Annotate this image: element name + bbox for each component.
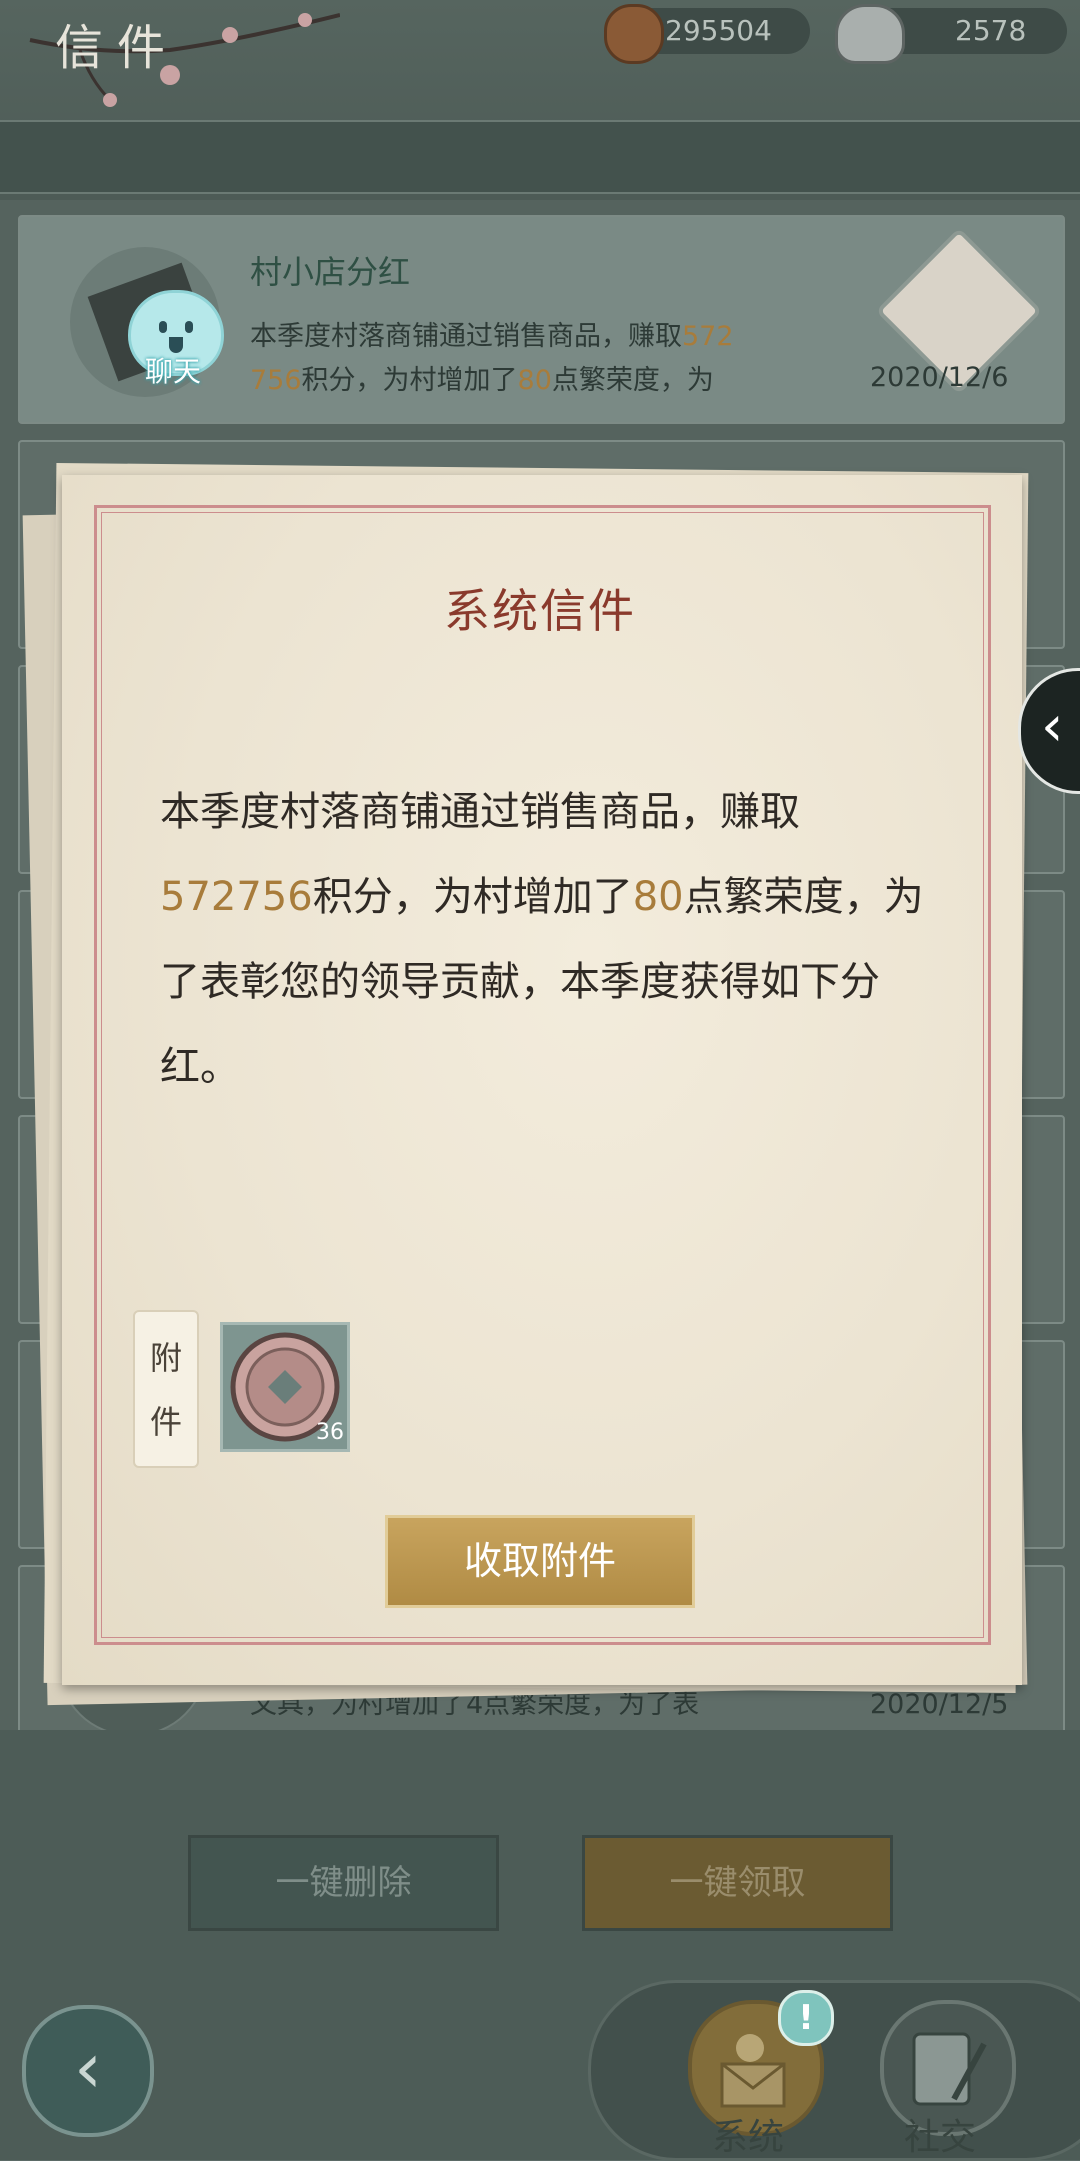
mail-item-date: 2020/12/5 <box>870 1689 1009 1720</box>
notification-badge: ! <box>778 1990 834 2046</box>
mail-item-title: 村小店分红 <box>250 253 411 291</box>
silver-ingot-counter: 2578 <box>835 4 1067 64</box>
letter-title: 系统信件 <box>444 584 636 638</box>
attachment-item-count: 36 <box>316 1420 344 1445</box>
mail-item-preview: 本季度村落商铺通过销售商品，赚取572 756积分，为村增加了80点繁荣度，为 <box>250 321 734 396</box>
page-title: 信件 <box>55 20 180 76</box>
chat-label[interactable]: 聊天 <box>118 350 228 390</box>
copper-coin-value: 295504 <box>665 14 772 47</box>
silver-ingot-icon <box>835 4 905 64</box>
copper-coin-icon <box>604 4 664 64</box>
attachment-label: 附件 <box>133 1310 199 1468</box>
back-button[interactable]: ‹ <box>22 2005 154 2137</box>
copper-coin-counter: 295504 <box>604 4 810 64</box>
collect-attachment-button[interactable]: 收取附件 <box>385 1515 695 1608</box>
header-band <box>0 120 1080 194</box>
claim-all-button[interactable]: 一键领取 <box>582 1835 893 1931</box>
mail-item-date: 2020/12/6 <box>870 362 1009 393</box>
chevron-left-icon: ‹ <box>1041 694 1064 759</box>
delete-all-button[interactable]: 一键删除 <box>188 1835 499 1931</box>
letter-body: 本季度村落商铺通过销售商品，赚取572756积分，为村增加了80点繁荣度，为了表… <box>160 789 924 1090</box>
tab-social-label: 社交 <box>904 2117 977 2158</box>
silver-ingot-value: 2578 <box>955 14 1027 47</box>
back-arrow-icon: ‹ <box>74 2027 102 2109</box>
tab-system-label: 系统 <box>712 2117 785 2158</box>
